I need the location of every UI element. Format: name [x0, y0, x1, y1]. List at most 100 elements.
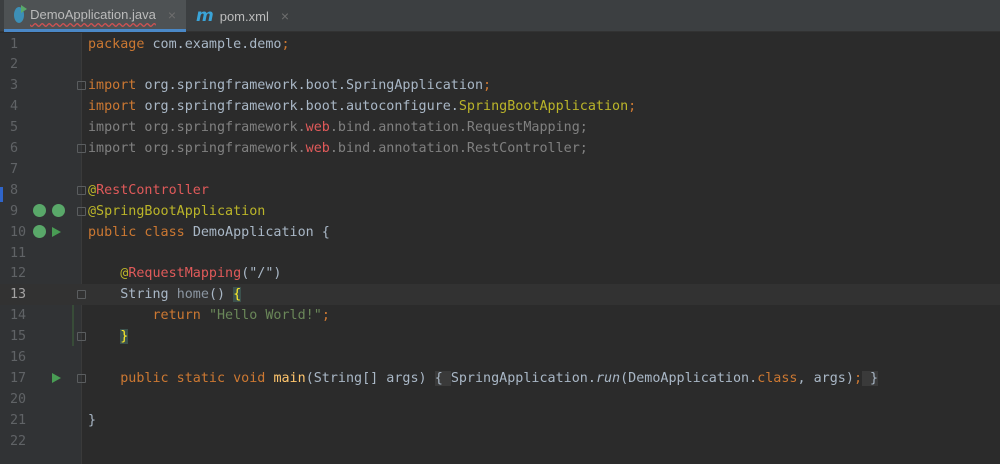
fold-toggle-icon[interactable] [77, 373, 86, 383]
code-token: @SpringBootApplication [88, 203, 266, 219]
code-token: @ [88, 182, 97, 198]
code-line[interactable]: 13 String home() { [0, 284, 1000, 306]
code-text: package com.example.demo; [88, 34, 290, 55]
code-token: ; [281, 36, 290, 52]
code-token: import [88, 99, 145, 115]
code-token: import org.springframework. [88, 120, 306, 136]
line-number: 13 [10, 287, 27, 303]
line-number: 22 [10, 433, 27, 449]
spring-java-class-icon [14, 4, 28, 23]
close-tab-icon[interactable]: × [168, 7, 176, 23]
code-text: } [88, 326, 129, 347]
code-line[interactable]: 7 [0, 159, 1000, 180]
spring-bean-search-icon[interactable] [33, 203, 46, 217]
code-token: org.springframework.boot.SpringApplicati… [144, 78, 484, 94]
code-token: "Hello World!" [208, 308, 322, 324]
code-token: ("/") [241, 266, 282, 282]
code-token: SpringBootApplication [458, 99, 629, 115]
code-text: @RequestMapping("/") [88, 263, 282, 284]
code-line[interactable]: 17 public static void main(String[] args… [0, 368, 1000, 389]
spring-bean-check-icon[interactable] [52, 203, 65, 217]
line-number: 12 [10, 266, 27, 282]
line-number: 20 [10, 391, 27, 407]
line-number: 6 [10, 141, 19, 156]
code-token: String [88, 287, 177, 303]
run-icon[interactable] [52, 372, 61, 383]
fold-toggle-icon[interactable] [77, 290, 86, 300]
editor-tab-bar: DemoApplication.java × m pom.xml × [0, 0, 1000, 32]
code-token: , args) [797, 370, 854, 386]
code-text: public class DemoApplication { [88, 222, 330, 243]
code-line[interactable]: 6 import org.springframework.web.bind.ann… [0, 138, 1000, 159]
fold-toggle-icon[interactable] [77, 206, 86, 216]
code-text: } [88, 410, 96, 431]
code-token: run [595, 370, 621, 386]
tab-pom-xml[interactable]: m pom.xml × [186, 0, 299, 32]
code-line[interactable]: 8 @RestController [0, 180, 1000, 201]
code-line[interactable]: 11 [0, 243, 1000, 264]
code-token: { [233, 287, 242, 303]
code-token: org.springframework.boot.autoconfigure. [144, 99, 459, 115]
tab-label: pom.xml [219, 8, 269, 24]
code-token: web [305, 141, 330, 156]
code-text: @RestController [88, 180, 209, 201]
line-number: 11 [10, 245, 27, 261]
code-line[interactable]: 2 [0, 54, 1000, 75]
code-line[interactable]: 3 import org.springframework.boot.SpringA… [0, 75, 1000, 96]
line-number: 5 [10, 120, 19, 136]
code-line[interactable]: 15 } [0, 326, 1000, 347]
code-token: web [305, 120, 330, 136]
code-text: String home() { [88, 284, 242, 305]
code-token: (String[] args) [305, 370, 435, 386]
line-number: 4 [10, 99, 19, 115]
code-token: DemoApplication { [192, 224, 330, 240]
tab-label: DemoApplication.java [30, 7, 156, 22]
code-token: (DemoApplication. [620, 370, 758, 386]
code-text: import org.springframework.web.bind.anno… [88, 138, 588, 159]
fold-toggle-icon[interactable] [77, 332, 86, 342]
code-token: main [273, 370, 306, 386]
code-line[interactable]: 20 [0, 389, 1000, 410]
fold-toggle-icon[interactable] [77, 81, 86, 91]
line-number: 15 [10, 329, 27, 345]
code-text: import org.springframework.web.bind.anno… [88, 117, 588, 138]
line-number: 1 [10, 36, 19, 52]
code-token: ; [483, 78, 492, 94]
close-tab-icon[interactable]: × [281, 8, 289, 24]
code-line[interactable]: 14 return "Hello World!"; [0, 305, 1000, 326]
line-number: 17 [10, 370, 27, 386]
code-token: SpringApplication. [450, 370, 596, 386]
run-icon[interactable] [52, 226, 61, 237]
spring-bean-icon[interactable] [33, 224, 46, 238]
code-text: @SpringBootApplication [88, 201, 265, 222]
line-number: 8 [10, 182, 19, 198]
code-line[interactable]: 5 import org.springframework.web.bind.ann… [0, 117, 1000, 138]
fold-toggle-icon[interactable] [77, 185, 86, 195]
line-number: 21 [10, 412, 27, 428]
code-line[interactable]: 1 package com.example.demo; [0, 34, 1000, 55]
code-token: ; [321, 308, 330, 324]
code-token: RestController [96, 182, 209, 198]
code-line[interactable]: 10 public class DemoApplication { [0, 222, 1000, 243]
code-line[interactable]: 9 @SpringBootApplication [0, 201, 1000, 222]
code-token: @ [88, 266, 129, 282]
code-line[interactable]: 22 [0, 431, 1000, 452]
code-token: home [176, 287, 209, 303]
fold-toggle-icon[interactable] [77, 144, 86, 153]
line-number: 16 [10, 350, 27, 365]
code-text: return "Hello World!"; [88, 305, 330, 326]
code-token: } [120, 329, 129, 345]
code-token: ; [853, 370, 862, 386]
code-token: class [757, 370, 798, 386]
code-token: .bind.annotation.RestController; [329, 141, 588, 156]
code-line[interactable]: 16 [0, 347, 1000, 368]
code-token: RequestMapping [128, 266, 242, 282]
code-text: import org.springframework.boot.SpringAp… [88, 75, 491, 96]
code-line[interactable]: 12 @RequestMapping("/") [0, 263, 1000, 284]
code-line[interactable]: 4 import org.springframework.boot.autocon… [0, 96, 1000, 117]
code-line[interactable]: 21} [0, 410, 1000, 431]
line-number: 2 [10, 57, 19, 73]
code-text: import org.springframework.boot.autoconf… [88, 96, 636, 117]
tab-demoapplication-java[interactable]: DemoApplication.java × [4, 0, 186, 32]
